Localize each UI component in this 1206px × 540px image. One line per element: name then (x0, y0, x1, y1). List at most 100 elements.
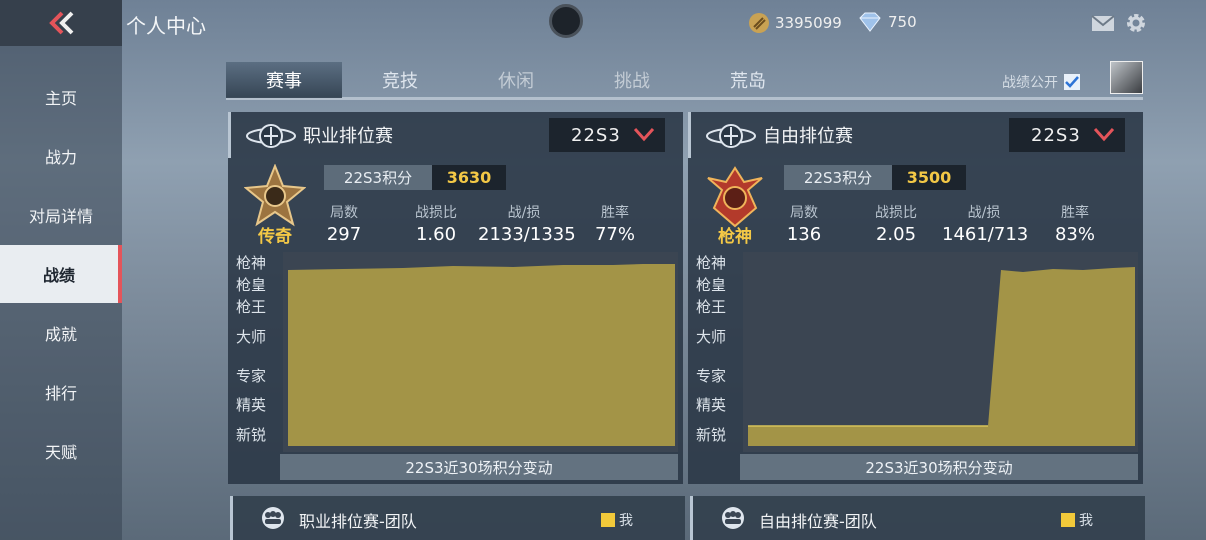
stat-matches: 局数 136 (786, 202, 822, 245)
back-button[interactable] (0, 0, 122, 46)
stat-kills-deaths: 战/损 1461/713 (942, 202, 1029, 245)
me-legend-swatch (1061, 513, 1075, 527)
sidebar-item-records[interactable]: 战绩 (0, 245, 122, 303)
points-trend-chart (743, 252, 1138, 452)
rank-axis-label: 枪皇 (696, 276, 727, 294)
season-value: 22S3 (571, 124, 621, 146)
sidebar-item-ranking[interactable]: 排行 (0, 363, 122, 421)
stat-kd-ratio: 战损比 1.60 (406, 202, 466, 245)
stat-value: 77% (594, 224, 635, 245)
rank-axis-label: 大师 (236, 328, 267, 346)
stat-label: 胜率 (1061, 205, 1089, 221)
season-select[interactable]: 22S3 (549, 118, 665, 152)
stat-label: 战损比 (875, 205, 917, 221)
tab-island[interactable]: 荒岛 (690, 62, 806, 98)
stat-label: 胜率 (601, 205, 629, 221)
chart-caption: 22S3近30场积分变动 (740, 454, 1138, 480)
sidebar-item-home[interactable]: 主页 (0, 68, 122, 126)
rank-name: 传奇 (258, 227, 292, 247)
public-records-label: 战绩公开 (1002, 75, 1058, 91)
panel-title: 职业排位赛 (303, 126, 393, 147)
tab-challenge[interactable]: 挑战 (574, 62, 690, 98)
rank-axis: 枪神 枪皇 枪王 大师 专家 精英 新锐 (696, 252, 749, 452)
team-panel-title: 职业排位赛-团队 (299, 512, 417, 531)
stat-win-rate: 胜率 77% (590, 202, 640, 245)
sidebar-item-match-details[interactable]: 对局详情 (0, 186, 122, 244)
sidebar: 主页 战力 对局详情 战绩 成就 排行 天赋 (0, 46, 122, 540)
stat-value: 1461/713 (942, 224, 1029, 245)
team-icon (722, 507, 744, 529)
ranked-emblem-icon (706, 124, 756, 148)
ranked-panel-pro: 职业排位赛 22S3 传奇 22S3积分 3630 局数 297 战损比 1.6… (228, 112, 683, 484)
rank-axis-label: 枪王 (696, 298, 727, 316)
rank-axis-label: 精英 (236, 396, 267, 414)
rank-badge-icon (707, 166, 763, 228)
tab-competitive[interactable]: 竞技 (342, 62, 458, 98)
rank-axis-label: 大师 (696, 328, 727, 346)
panel-header: 自由排位赛 22S3 (688, 112, 1143, 158)
rank-axis-label: 枪神 (236, 254, 267, 272)
rank-axis-label: 新锐 (696, 426, 727, 444)
chevron-left-icon (49, 11, 74, 35)
rank-badge-icon (244, 164, 306, 227)
tab-casual[interactable]: 休闲 (458, 62, 574, 98)
diamond-value: 750 (888, 13, 917, 31)
mail-icon[interactable] (1091, 15, 1115, 32)
me-legend-swatch (601, 513, 615, 527)
sidebar-item-power[interactable]: 战力 (0, 127, 122, 185)
points-label: 22S3积分 (324, 165, 432, 190)
panel-title: 自由排位赛 (763, 126, 853, 147)
points-value: 3630 (432, 165, 506, 190)
stat-value: 83% (1054, 224, 1095, 245)
sidebar-item-achievements[interactable]: 成就 (0, 304, 122, 362)
tab-events[interactable]: 赛事 (226, 62, 342, 98)
team-panel-pro[interactable]: 职业排位赛-团队 我 (230, 496, 685, 540)
camera-notch (549, 4, 583, 38)
ranked-panel-free: 自由排位赛 22S3 枪神 22S3积分 3500 局数 136 战损比 2.0… (688, 112, 1143, 484)
diamond-icon (859, 12, 881, 32)
stat-value: 136 (786, 224, 822, 245)
stat-label: 战/损 (507, 205, 541, 221)
stat-value: 297 (326, 224, 362, 245)
chevron-down-icon (1093, 127, 1115, 142)
coin-balance: 3395099 (748, 12, 842, 34)
me-legend: 我 (1061, 510, 1093, 530)
stat-kills-deaths: 战/损 2133/1335 (478, 202, 576, 245)
stat-value: 1.60 (415, 224, 457, 245)
check-icon (1065, 76, 1079, 88)
me-legend-label: 我 (1079, 513, 1093, 529)
stat-win-rate: 胜率 83% (1050, 202, 1100, 245)
stat-label: 战损比 (415, 205, 457, 221)
stat-value: 2133/1335 (478, 224, 576, 245)
rank-axis-label: 枪王 (236, 298, 267, 316)
points-trend-chart (283, 252, 678, 452)
team-panel-title: 自由排位赛-团队 (759, 512, 877, 531)
team-icon (262, 507, 284, 529)
rank-axis-label: 枪皇 (236, 276, 267, 294)
top-bar: 个人中心 3395099 750 (0, 0, 1206, 46)
rank-axis: 枪神 枪皇 枪王 大师 专家 精英 新锐 (236, 252, 289, 452)
avatar[interactable] (1110, 61, 1143, 94)
rank-name: 枪神 (718, 227, 752, 247)
sidebar-item-talent[interactable]: 天赋 (0, 422, 122, 480)
page-title: 个人中心 (126, 14, 206, 38)
stat-matches: 局数 297 (326, 202, 362, 245)
public-records-toggle[interactable]: 战绩公开 (1002, 72, 1080, 92)
gear-icon[interactable] (1125, 12, 1147, 34)
season-select[interactable]: 22S3 (1009, 118, 1125, 152)
rank-axis-label: 精英 (696, 396, 727, 414)
chart-caption: 22S3近30场积分变动 (280, 454, 678, 480)
chevron-down-icon (633, 127, 655, 142)
rank-axis-label: 枪神 (696, 254, 727, 272)
points-label: 22S3积分 (784, 165, 892, 190)
diamond-balance: 750 (857, 12, 917, 32)
public-records-checkbox[interactable] (1064, 74, 1080, 90)
points-value: 3500 (892, 165, 966, 190)
me-legend-label: 我 (619, 513, 633, 529)
stat-label: 局数 (790, 205, 818, 221)
me-legend: 我 (601, 510, 633, 530)
stat-value: 2.05 (875, 224, 917, 245)
team-panel-free[interactable]: 自由排位赛-团队 我 (690, 496, 1145, 540)
coin-icon (749, 13, 769, 33)
stat-label: 战/损 (967, 205, 1001, 221)
